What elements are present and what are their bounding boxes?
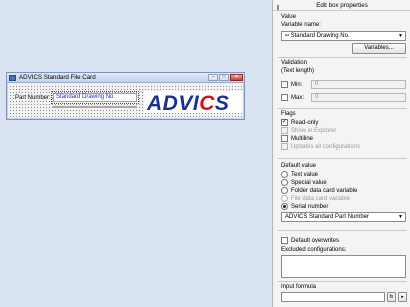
- company-logo[interactable]: ADVICS: [144, 91, 242, 115]
- window-controls: – □ ✕: [207, 73, 243, 82]
- flag-multiline[interactable]: Multiline: [281, 135, 313, 142]
- radio-icon[interactable]: [281, 187, 288, 194]
- design-canvas: ADVICS Standard File Card – □ ✕ Part Num…: [0, 0, 272, 307]
- divider: [278, 57, 407, 58]
- default-overwrites-label: Default overwrites: [291, 237, 340, 244]
- checkbox-box[interactable]: [281, 81, 288, 88]
- properties-panel: Edit box properties Value Variable name:…: [272, 0, 410, 307]
- checkbox-box[interactable]: [281, 135, 288, 142]
- flag-label: Multiline: [291, 135, 314, 142]
- part-number-field[interactable]: Standard Drawing No.: [51, 91, 139, 104]
- radio-label: Special value: [291, 179, 327, 186]
- validation-section-title: Validation: [281, 60, 307, 66]
- variables-button[interactable]: Variables...: [352, 43, 406, 54]
- serial-number-combo[interactable]: ADVICS Standard Part Number ▼: [281, 212, 406, 222]
- serial-number-value: ADVICS Standard Part Number: [285, 214, 370, 220]
- text-length-label: (Text length): [281, 68, 315, 74]
- flag-updates-all-configurations[interactable]: Updates all configurations: [281, 143, 360, 150]
- variable-name-label: Variable name:: [281, 22, 321, 28]
- file-card-window[interactable]: ADVICS Standard File Card – □ ✕ Part Num…: [6, 72, 245, 120]
- radio-label: Folder data card variable: [291, 187, 358, 194]
- radio-icon[interactable]: [281, 195, 288, 202]
- card-grid-area: Part Number: Standard Drawing No. ADVICS: [9, 85, 242, 117]
- checkbox-box[interactable]: [281, 237, 288, 244]
- flag-label: Read-only: [291, 119, 319, 126]
- checkbox-box[interactable]: [281, 143, 288, 150]
- max-label: Max:: [291, 94, 305, 101]
- checkbox-box[interactable]: [281, 94, 288, 101]
- flag-show-in-explorer[interactable]: Show in Explorer: [281, 127, 336, 134]
- checkbox-checked-icon[interactable]: ✓: [281, 119, 288, 126]
- advics-logo-icon: ADVICS: [146, 92, 229, 115]
- chevron-down-icon: ▼: [398, 33, 403, 39]
- divider: [278, 108, 407, 109]
- min-label: Min:: [291, 81, 303, 88]
- input-formula-label: Input formula: [281, 284, 317, 290]
- divider: [278, 230, 407, 231]
- flags-section-title: Flags: [281, 111, 296, 117]
- secondary-field[interactable]: [53, 106, 137, 108]
- radio-selected-icon[interactable]: [281, 203, 288, 210]
- min-input[interactable]: 0: [311, 80, 406, 89]
- variable-name-combo[interactable]: ⚯ Standard Drawing No. ▼: [281, 31, 406, 41]
- input-formula-field[interactable]: [281, 292, 385, 302]
- radio-label: File data card variable: [291, 195, 351, 202]
- close-icon[interactable]: ✕: [230, 73, 243, 81]
- divider: [278, 281, 407, 282]
- variable-name-value: Standard Drawing No.: [290, 33, 350, 39]
- default-value-section-title: Default value: [281, 163, 317, 169]
- radio-text-value[interactable]: Text value: [281, 171, 318, 178]
- divider: [278, 158, 407, 159]
- radio-serial-number[interactable]: Serial number: [281, 203, 328, 210]
- minimize-icon[interactable]: –: [208, 73, 218, 81]
- card-titlebar[interactable]: ADVICS Standard File Card – □ ✕: [7, 73, 244, 83]
- min-checkbox[interactable]: Min:: [281, 81, 302, 88]
- max-input[interactable]: 0: [311, 93, 406, 102]
- panel-header-marker: [277, 5, 279, 10]
- flag-read-only[interactable]: ✓ Read-only: [281, 119, 318, 126]
- radio-label: Text value: [291, 171, 319, 178]
- panel-header: Edit box properties: [273, 0, 410, 11]
- radio-special-value[interactable]: Special value: [281, 179, 327, 186]
- max-checkbox[interactable]: Max:: [281, 94, 304, 101]
- radio-file-data-card-variable[interactable]: File data card variable: [281, 195, 350, 202]
- flag-label: Updates all configurations: [291, 143, 361, 150]
- excluded-configurations-label: Excluded configurations:: [281, 247, 347, 253]
- excluded-configurations-input[interactable]: [281, 255, 406, 278]
- maximize-icon[interactable]: □: [219, 73, 229, 81]
- radio-folder-data-card-variable[interactable]: Folder data card variable: [281, 187, 357, 194]
- radio-icon[interactable]: [281, 179, 288, 186]
- part-number-label[interactable]: Part Number:: [15, 95, 51, 101]
- value-section-title: Value: [281, 14, 296, 20]
- checkbox-box[interactable]: [281, 127, 288, 134]
- radio-label: Serial number: [291, 203, 329, 210]
- chevron-down-icon: ▼: [398, 214, 403, 220]
- logo-text: ADVICS: [146, 92, 229, 113]
- formula-icon[interactable]: fx: [387, 292, 396, 302]
- card-window-icon: [9, 74, 16, 81]
- radio-icon[interactable]: [281, 171, 288, 178]
- default-overwrites-checkbox[interactable]: Default overwrites: [281, 237, 339, 244]
- formula-expand-icon[interactable]: ▸: [398, 292, 407, 302]
- flag-label: Show in Explorer: [291, 127, 337, 134]
- card-title: ADVICS Standard File Card: [19, 74, 96, 81]
